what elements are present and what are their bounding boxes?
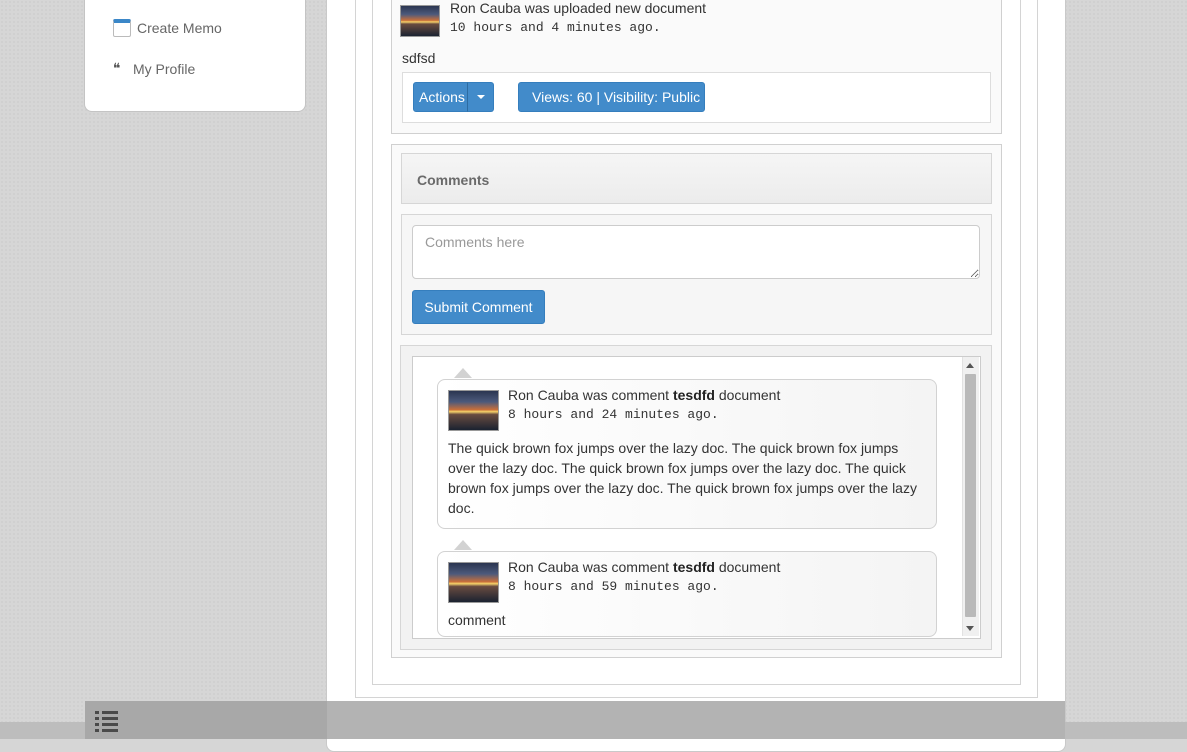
avatar <box>400 5 440 37</box>
caret-down-icon <box>476 95 485 99</box>
post-timestamp: 10 hours and 4 minutes ago. <box>450 20 661 35</box>
comment-title: Ron Cauba was comment tesdfd document <box>508 559 780 575</box>
scroll-up-arrow[interactable] <box>966 363 974 368</box>
comment-timestamp: 8 hours and 24 minutes ago. <box>508 407 719 422</box>
comment-timestamp: 8 hours and 59 minutes ago. <box>508 579 719 594</box>
avatar <box>448 562 499 603</box>
post-body: sdfsd <box>402 50 436 66</box>
comment-author-text: Ron Cauba was comment <box>508 559 673 575</box>
scrollbar-thumb[interactable] <box>965 374 976 617</box>
sidebar-item-my-profile[interactable]: ❝ My Profile <box>113 61 195 77</box>
submit-comment-button[interactable]: Submit Comment <box>412 290 545 324</box>
list-icon[interactable] <box>95 710 119 732</box>
views-visibility-button[interactable]: Views: 60 | Visibility: Public <box>518 82 705 112</box>
comment-title: Ron Cauba was comment tesdfd document <box>508 387 780 403</box>
comment-document-name: tesdfd <box>672 559 715 575</box>
post-title: Ron Cauba was uploaded new document <box>450 0 707 16</box>
comment-body: The quick brown fox jumps over the lazy … <box>448 440 917 516</box>
avatar <box>448 390 499 431</box>
comments-title: Comments <box>417 172 490 188</box>
actions-dropdown-toggle[interactable] <box>467 82 494 112</box>
sidebar-menu: Create Memo ❝ My Profile <box>84 0 306 112</box>
scroll-down-arrow[interactable] <box>966 626 974 631</box>
comment-title-suffix: document <box>714 559 781 575</box>
bottom-toolbar-left <box>85 701 327 739</box>
comment-document-name: tesdfd <box>672 387 715 403</box>
bubble-pointer <box>454 368 472 378</box>
comment-body: comment <box>448 612 506 628</box>
sidebar-item-label: My Profile <box>133 61 196 77</box>
comments-header <box>401 153 992 204</box>
sidebar-item-label: Create Memo <box>137 20 222 36</box>
comment-title-suffix: document <box>714 387 781 403</box>
bubble-pointer <box>454 540 472 550</box>
comment-input[interactable] <box>412 225 980 279</box>
sidebar-item-create-memo[interactable]: Create Memo <box>113 19 222 37</box>
comment-author-text: Ron Cauba was comment <box>508 387 673 403</box>
profile-quote-icon: ❝ <box>113 61 121 77</box>
actions-button[interactable]: Actions <box>413 82 468 112</box>
memo-icon <box>113 19 131 37</box>
